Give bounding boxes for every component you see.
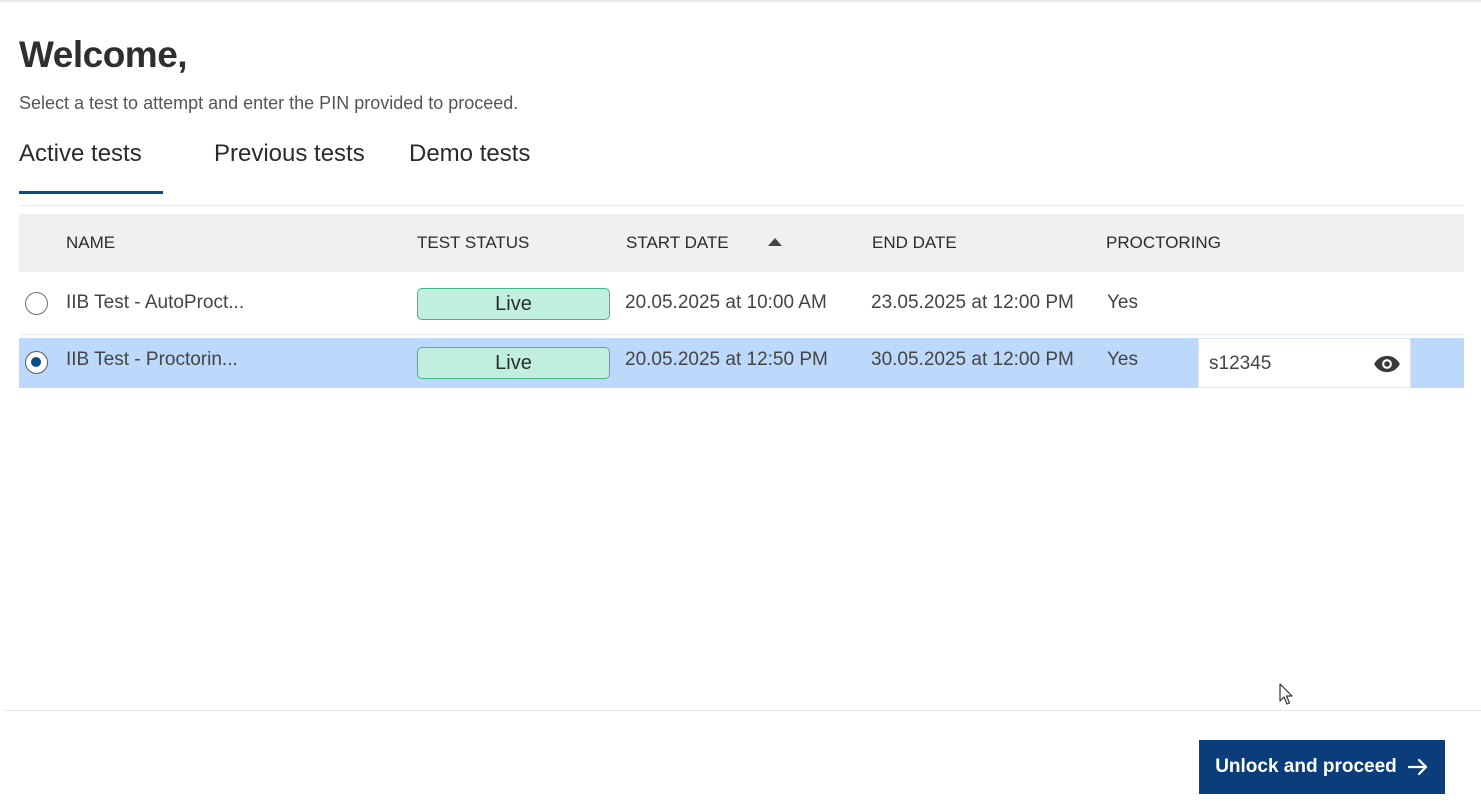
sort-ascending-icon[interactable] — [768, 238, 782, 246]
eye-icon[interactable] — [1373, 353, 1401, 375]
test-name: IIB Test - Proctorin... — [66, 349, 238, 370]
table-row[interactable]: IIB Test - AutoProct... Live 20.05.2025 … — [19, 272, 1464, 335]
column-header-test-status[interactable]: TEST STATUS — [417, 214, 529, 272]
top-divider — [0, 0, 1481, 2]
arrow-right-icon — [1407, 758, 1427, 776]
page-title: Welcome, — [19, 34, 188, 75]
tab-active-tests[interactable]: Active tests — [19, 136, 163, 194]
test-tabs: Active tests Previous tests Demo tests — [19, 136, 1464, 206]
pin-input[interactable] — [1209, 351, 1359, 377]
page-subtitle: Select a test to attempt and enter the P… — [19, 93, 519, 113]
start-date: 20.05.2025 at 10:00 AM — [625, 292, 827, 313]
unlock-and-proceed-button[interactable]: Unlock and proceed — [1199, 740, 1445, 794]
row-select-radio[interactable] — [25, 292, 48, 315]
column-header-end-date[interactable]: END DATE — [872, 214, 957, 272]
pin-field — [1198, 338, 1411, 388]
tab-demo-tests[interactable]: Demo tests — [409, 136, 530, 194]
end-date: 23.05.2025 at 12:00 PM — [871, 292, 1074, 313]
column-header-name[interactable]: NAME — [66, 214, 115, 272]
table-header: NAME TEST STATUS START DATE END DATE PRO… — [19, 214, 1464, 272]
proctoring-value: Yes — [1107, 349, 1138, 370]
row-select-radio-checked[interactable] — [25, 351, 48, 374]
proceed-button-label: Unlock and proceed — [1215, 756, 1397, 777]
proctoring-value: Yes — [1107, 292, 1138, 313]
test-name: IIB Test - AutoProct... — [66, 292, 245, 313]
footer-divider — [4, 710, 1481, 711]
tests-table: NAME TEST STATUS START DATE END DATE PRO… — [19, 214, 1464, 388]
column-header-proctoring[interactable]: PROCTORING — [1106, 214, 1221, 272]
column-header-start-date[interactable]: START DATE — [626, 214, 729, 272]
status-badge: Live — [417, 347, 610, 379]
tab-previous-tests[interactable]: Previous tests — [214, 136, 365, 194]
end-date: 30.05.2025 at 12:00 PM — [871, 349, 1074, 370]
start-date: 20.05.2025 at 12:50 PM — [625, 349, 828, 370]
mouse-pointer-icon — [1279, 683, 1293, 705]
status-badge: Live — [417, 288, 610, 320]
table-row-selected[interactable]: IIB Test - Proctorin... Live 20.05.2025 … — [19, 338, 1464, 388]
